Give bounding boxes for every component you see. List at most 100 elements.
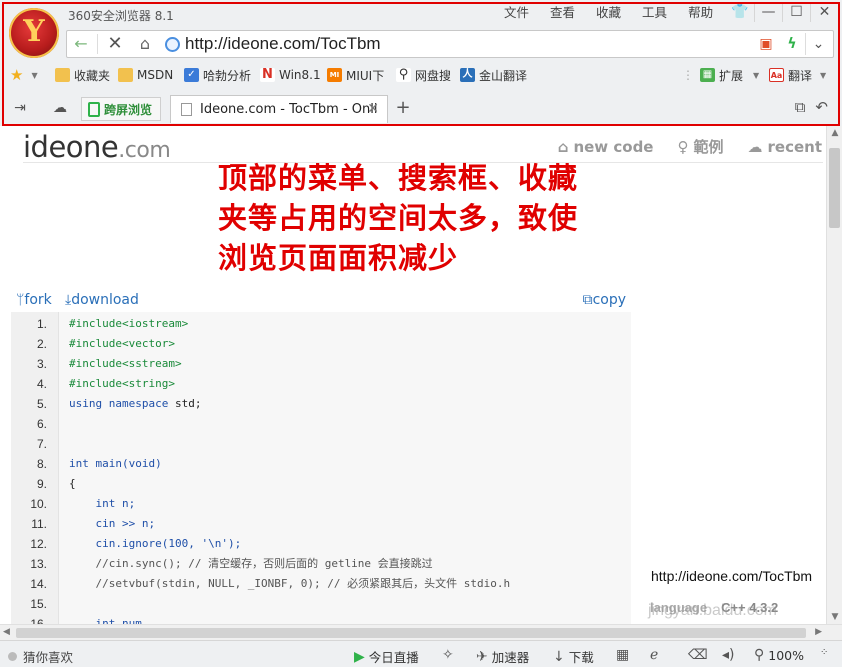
bookmark-msdn[interactable]: MSDN: [118, 66, 173, 84]
layout-icon[interactable]: ▦: [616, 647, 629, 663]
tab-list-icon[interactable]: ⧉: [795, 98, 806, 116]
site-logo[interactable]: ideone.com: [23, 130, 171, 164]
speed-mode-icon[interactable]: ϟ: [779, 33, 805, 55]
chevron-down-icon[interactable]: ⌄: [805, 33, 831, 55]
code-token: int n;: [69, 497, 136, 510]
code-text: {: [69, 474, 76, 494]
code-line: 4. #include<string>: [11, 374, 631, 394]
bookmark-win81[interactable]: N Win8.1: [260, 66, 321, 84]
nav-recent-label: recent: [767, 137, 823, 156]
volume-icon[interactable]: ◂): [722, 647, 735, 663]
bookmark-kingsoft[interactable]: 人金山翻译: [460, 66, 527, 84]
scrollbar-thumb[interactable]: [829, 148, 840, 228]
bookmark-pan-search[interactable]: ⚲ 网盘搜: [396, 66, 451, 84]
cloud-icon[interactable]: ☁: [48, 98, 72, 118]
new-tab-button[interactable]: +: [391, 96, 415, 120]
menu-file[interactable]: 文件: [494, 5, 540, 21]
menu-favorites[interactable]: 收藏: [586, 5, 632, 21]
maximize-button[interactable]: ☐: [782, 2, 810, 22]
nav-new-code[interactable]: ⌂ new code: [558, 136, 654, 157]
resize-grip-icon[interactable]: ⁘: [820, 647, 828, 658]
scroll-down-icon[interactable]: ▼: [827, 612, 842, 622]
nav-recent[interactable]: ☁ recent: [748, 136, 823, 157]
download-button[interactable]: ↓ 下载: [553, 647, 594, 666]
accelerator-button[interactable]: ✈ 加速器: [476, 647, 529, 666]
nav-examples-label: 範例: [693, 138, 724, 156]
zoom-control[interactable]: ⚲ 100%: [754, 647, 804, 663]
bookmark-favorites[interactable]: 收藏夹: [55, 66, 110, 84]
bookmark-label: MIUI下: [346, 68, 385, 83]
site-identity-icon[interactable]: [165, 37, 180, 52]
code-text: int num: [69, 614, 141, 624]
bookmark-hubble[interactable]: ✓ 哈勃分析: [184, 66, 251, 84]
horizontal-scrollbar[interactable]: ◀ ▶: [0, 624, 842, 640]
nav-examples[interactable]: ♀ 範例: [677, 136, 723, 157]
app-title: 360安全浏览器 8.1: [68, 9, 174, 23]
add-favorite-icon[interactable]: ★ ▼: [10, 66, 38, 84]
code-line: 13. //cin.sync(); // 清空缓存，否则后面的 getline …: [11, 554, 631, 574]
shield-icon: ✓: [184, 68, 199, 82]
code-block[interactable]: 1. #include<iostream> 2. #include<vector> 3.…: [11, 312, 631, 624]
translate-button[interactable]: Aa 翻译 ▼: [769, 66, 826, 84]
ie-icon[interactable]: ℯ: [650, 647, 658, 663]
scrollbar-thumb[interactable]: [16, 628, 806, 638]
copy-label: copy: [592, 292, 626, 308]
watermark: jingyan.baidu.com: [648, 602, 777, 619]
bookmark-label: 哈勃分析: [203, 68, 252, 83]
code-line: 6.: [11, 414, 631, 434]
security-shield-icon[interactable]: ▣: [753, 33, 779, 55]
app-logo[interactable]: Y: [9, 8, 59, 58]
tab-split-view[interactable]: 跨屏浏览: [81, 97, 161, 121]
translate-label: 翻译: [788, 68, 813, 83]
close-button[interactable]: ✕: [810, 2, 838, 22]
code-text: cin.ignore(100, '\n');: [69, 534, 241, 554]
code-text: #include<vector>: [69, 334, 175, 354]
code-line: 12. cin.ignore(100, '\n');: [11, 534, 631, 554]
clean-icon[interactable]: ⌫: [688, 647, 708, 663]
translate-icon: Aa: [769, 68, 784, 82]
copy-link[interactable]: ⧉copy: [583, 292, 626, 308]
url-input[interactable]: [185, 33, 745, 55]
zoom-icon: ⚲: [754, 647, 765, 663]
code-token: #include<sstream>: [69, 357, 182, 370]
tab-title: Ideone.com - TocTbm - Onli: [200, 102, 378, 117]
tab-close-icon[interactable]: ✕: [367, 101, 379, 117]
browser-chrome: Y 360安全浏览器 8.1 文件 查看 收藏 工具 帮助 👕 — ☐ ✕ ← …: [0, 0, 842, 126]
menu-tools[interactable]: 工具: [632, 5, 678, 21]
code-line: 1. #include<iostream>: [11, 314, 631, 334]
code-line: 10. int n;: [11, 494, 631, 514]
live-button[interactable]: ▶ 今日直播: [354, 647, 419, 666]
code-text: #include<string>: [69, 374, 175, 394]
scroll-up-icon[interactable]: ▲: [827, 128, 842, 138]
folder-icon: [118, 68, 133, 82]
scroll-right-icon[interactable]: ▶: [815, 627, 822, 637]
vertical-scrollbar[interactable]: ▲ ▼: [826, 126, 842, 624]
download-label: download: [71, 292, 139, 308]
menu-view[interactable]: 查看: [540, 5, 586, 21]
accelerator-label: 加速器: [491, 650, 530, 665]
scroll-left-icon[interactable]: ◀: [3, 627, 10, 637]
tab-ideone[interactable]: Ideone.com - TocTbm - Onli ✕: [170, 95, 388, 123]
compass-icon[interactable]: ✧: [442, 647, 454, 663]
stop-icon[interactable]: ✕: [103, 34, 127, 54]
download-link[interactable]: ⤓download: [65, 292, 139, 308]
extensions-button[interactable]: ▦ 扩展 ▼: [700, 66, 759, 84]
address-bar: ← ✕ ⌂ ▣ ϟ ⌄: [66, 30, 834, 58]
skin-icon[interactable]: 👕: [726, 2, 754, 22]
code-line: 9. {: [11, 474, 631, 494]
back-arrow-icon[interactable]: ←: [69, 34, 93, 54]
sidebar-toggle-icon[interactable]: ⇥: [8, 98, 32, 118]
menu-help[interactable]: 帮助: [678, 5, 724, 21]
minimize-button[interactable]: —: [754, 2, 782, 22]
live-label: 今日直播: [368, 650, 419, 665]
line-number: 3.: [36, 357, 47, 371]
code-token: #include<iostream>: [69, 317, 189, 330]
home-icon[interactable]: ⌂: [133, 34, 157, 54]
fork-link[interactable]: ᛘfork: [16, 292, 52, 308]
bookmark-miui[interactable]: MI MIUI下: [327, 66, 384, 84]
undo-close-icon[interactable]: ↶: [815, 98, 828, 116]
code-token: //setvbuf(stdin, NULL, _IONBF, 0); // 必须…: [69, 577, 511, 590]
annotation-line: 浏览页面面积减少: [218, 241, 459, 275]
bookmarks-overflow-icon[interactable]: ⋮: [682, 66, 694, 84]
recommend-button[interactable]: 猜你喜欢: [8, 647, 73, 666]
